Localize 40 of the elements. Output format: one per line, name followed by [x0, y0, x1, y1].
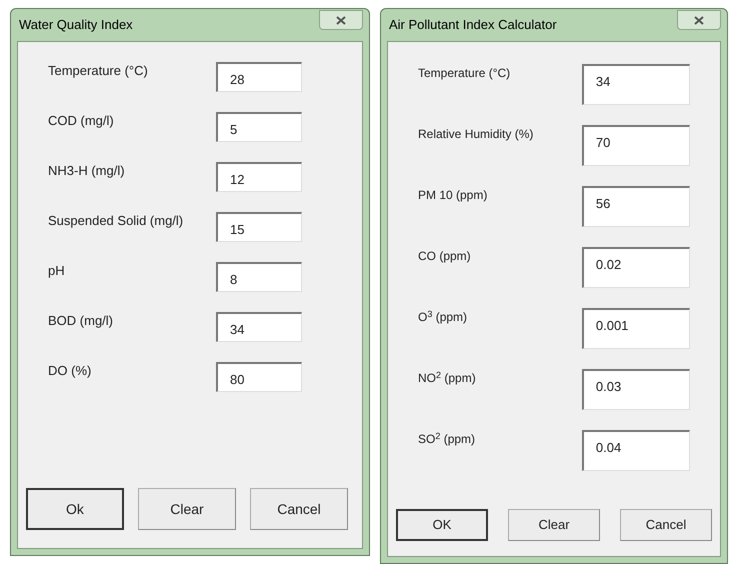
- close-icon: [336, 16, 346, 24]
- field-label: NO$^{2}$ (ppm): [418, 369, 477, 385]
- input-field[interactable]: 34: [216, 312, 302, 342]
- dialog-button[interactable]: Clear: [138, 488, 236, 530]
- input-field[interactable]: 12: [216, 162, 302, 192]
- input-field[interactable]: 0.001: [582, 308, 690, 349]
- window-title: Water Quality Index: [19, 16, 133, 34]
- field-label: COD (mg/l): [48, 112, 115, 128]
- field-label: Temperature (°C): [48, 62, 149, 78]
- input-field[interactable]: 0.03: [582, 369, 690, 410]
- close-icon: [694, 16, 704, 24]
- input-field[interactable]: 70: [582, 125, 690, 166]
- field-label: CO (ppm): [418, 248, 472, 263]
- field-label: BOD (mg/l): [48, 312, 114, 328]
- dialog-button[interactable]: Clear: [508, 509, 600, 541]
- close-button[interactable]: [319, 10, 363, 30]
- field-label: O$^{3}$ (ppm): [418, 308, 468, 324]
- close-button[interactable]: [677, 10, 721, 30]
- dialog-button[interactable]: OK: [396, 509, 488, 541]
- input-field[interactable]: 56: [582, 186, 690, 227]
- field-label: Temperature (°C): [418, 65, 512, 80]
- input-field[interactable]: 15: [216, 212, 302, 242]
- dialog-button[interactable]: Ok: [26, 488, 124, 530]
- field-label: SO$^{2}$ (ppm): [418, 430, 476, 446]
- dialog-button[interactable]: Cancel: [620, 509, 712, 541]
- field-label: PM 10 (ppm): [418, 187, 488, 202]
- field-label: Suspended Solid (mg/l): [48, 212, 184, 228]
- input-field[interactable]: 0.04: [582, 430, 690, 471]
- field-label: NH3-H (mg/l): [48, 162, 126, 178]
- input-field[interactable]: 34: [582, 64, 690, 105]
- window-title: Air Pollutant Index Calculator: [389, 16, 557, 34]
- input-field[interactable]: 0.02: [582, 247, 690, 288]
- input-field[interactable]: 28: [216, 62, 302, 92]
- input-field[interactable]: 80: [216, 362, 302, 392]
- field-label: Relative Humidity (%): [418, 126, 534, 141]
- field-label: pH: [48, 262, 66, 278]
- field-label: DO (%): [48, 362, 92, 378]
- input-field[interactable]: 8: [216, 262, 302, 292]
- input-field[interactable]: 5: [216, 112, 302, 142]
- dialog-button[interactable]: Cancel: [250, 488, 348, 530]
